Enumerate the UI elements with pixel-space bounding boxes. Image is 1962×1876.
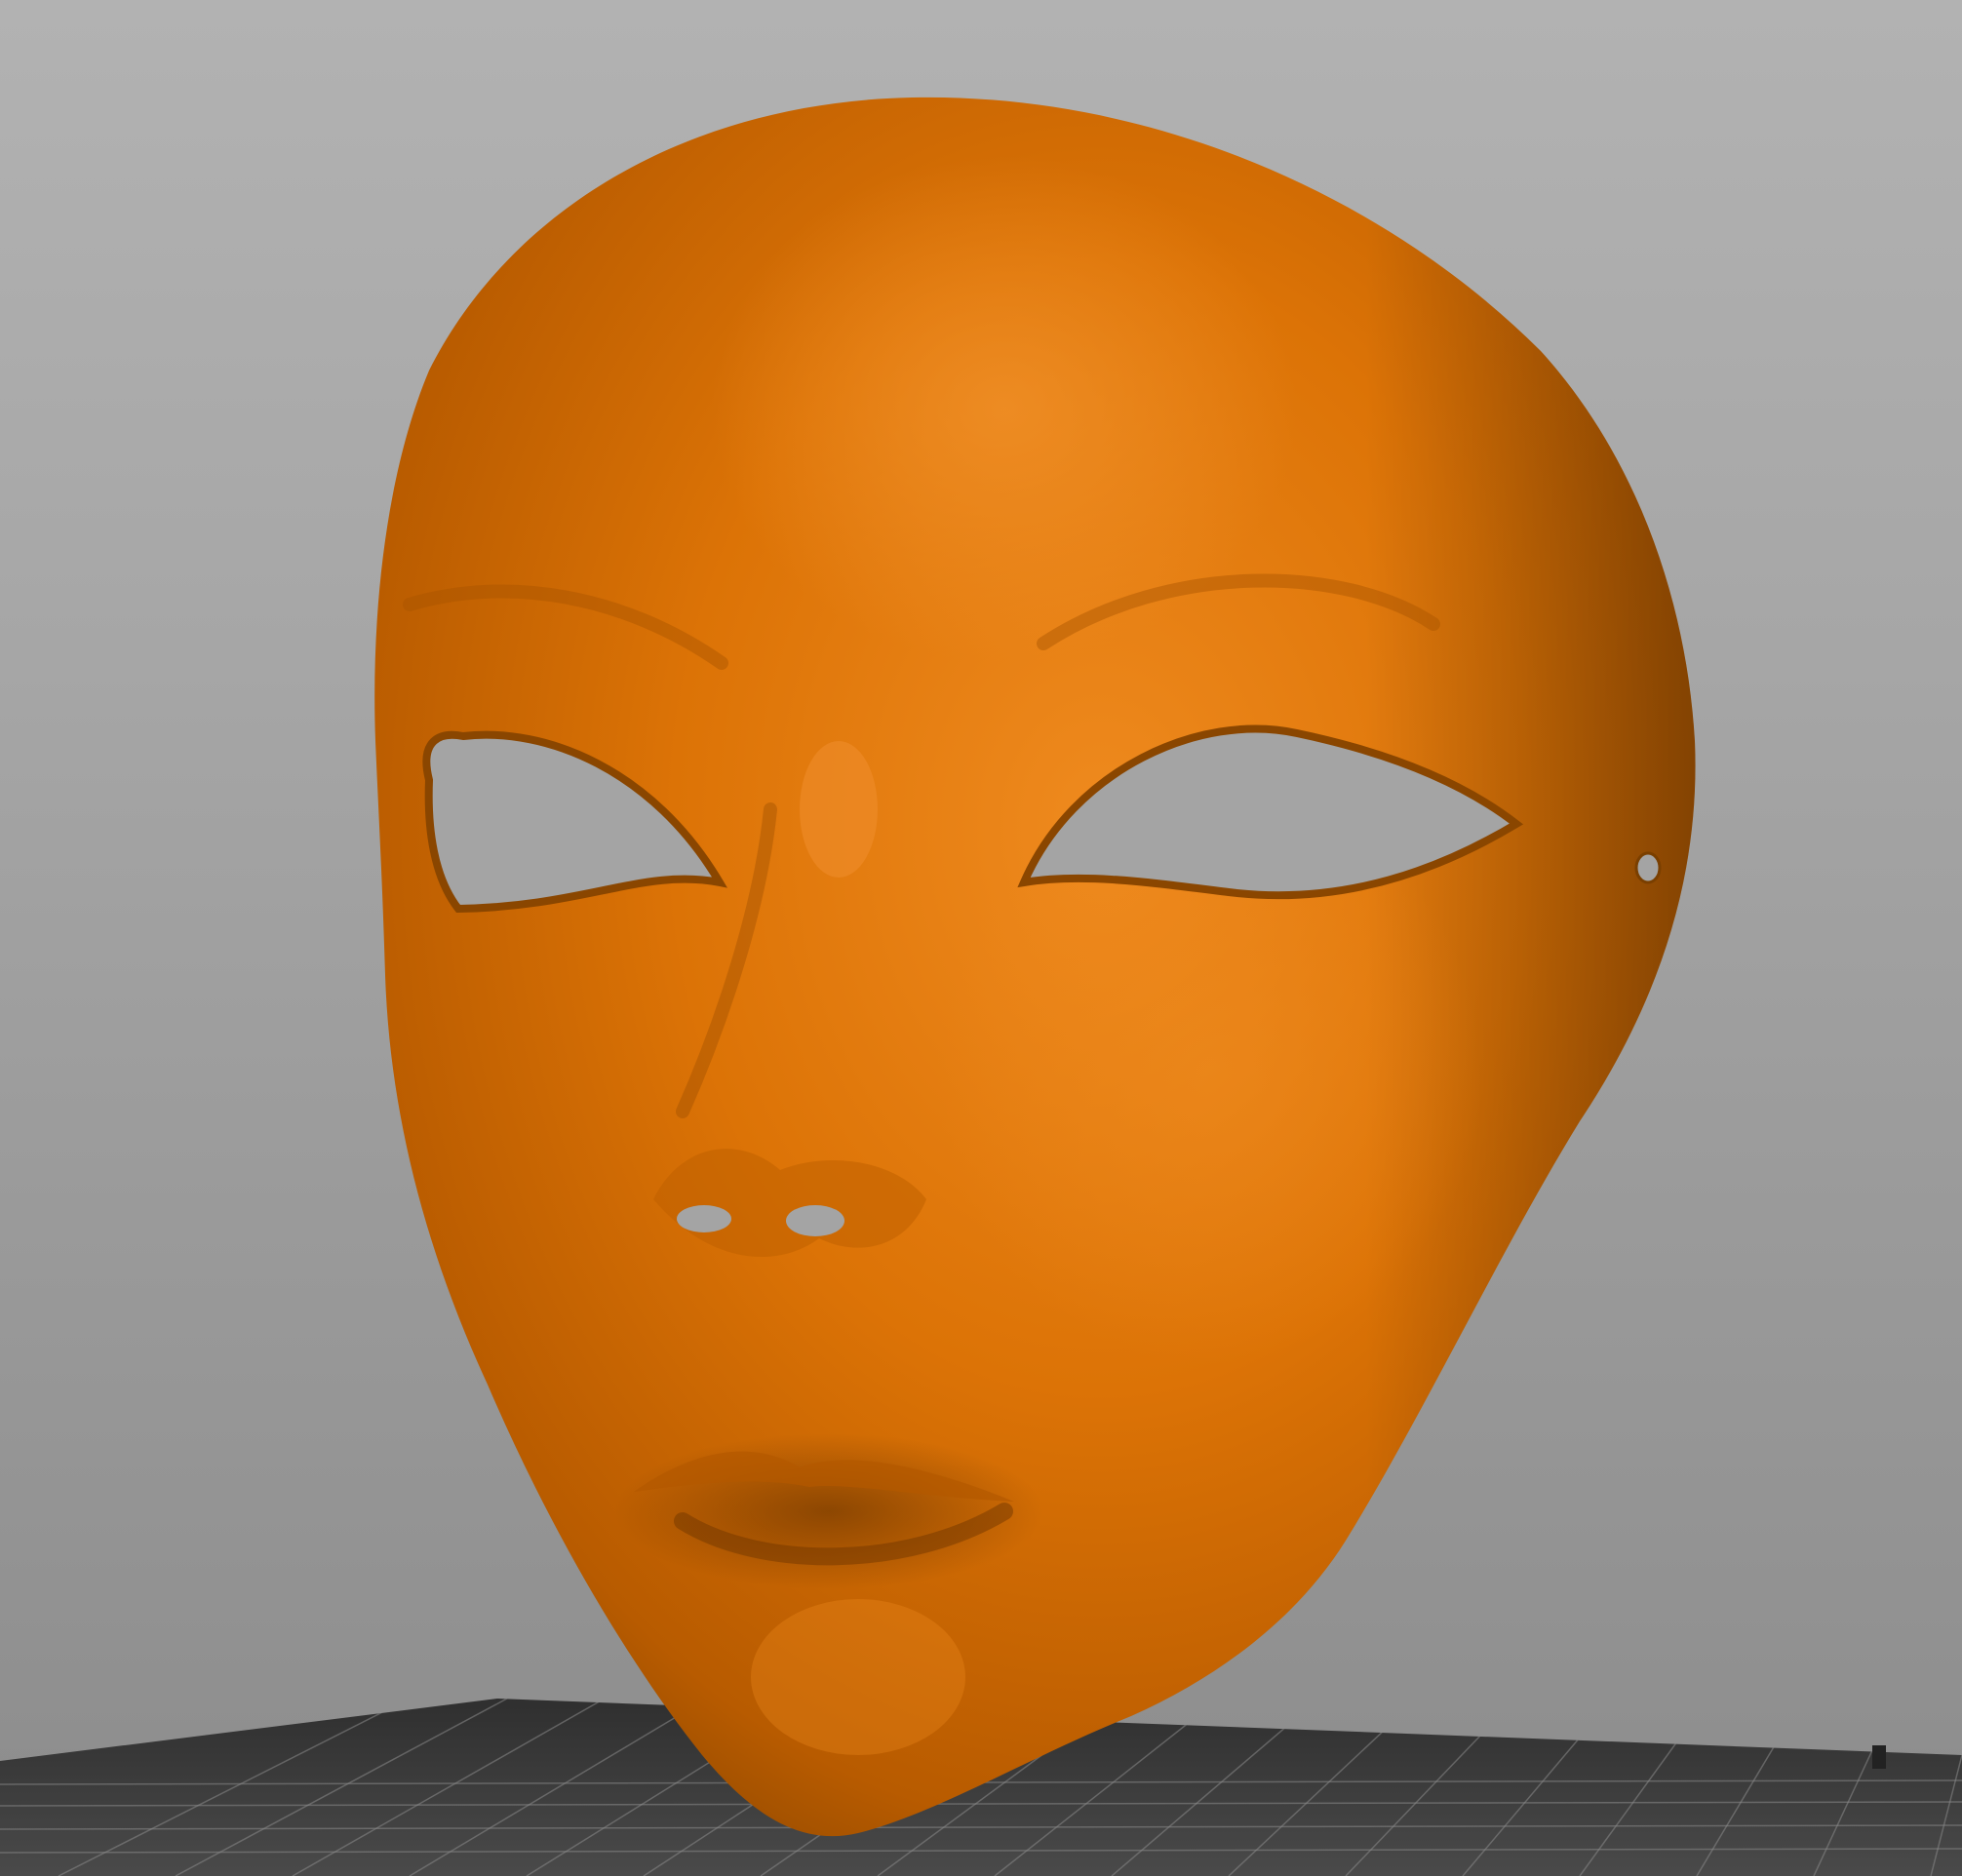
nose-tip-highlight <box>800 741 878 878</box>
nostril-hole-right <box>786 1205 844 1236</box>
bed-corner-marker <box>1872 1745 1886 1769</box>
3d-viewport[interactable] <box>0 0 1962 1876</box>
strap-hole-right <box>1634 851 1662 884</box>
mask-model[interactable] <box>374 97 1696 1837</box>
mouth-shadow <box>614 1433 1043 1589</box>
nostril-hole-left <box>677 1205 731 1232</box>
3d-scene[interactable] <box>0 0 1962 1876</box>
chin-highlight <box>751 1599 965 1755</box>
